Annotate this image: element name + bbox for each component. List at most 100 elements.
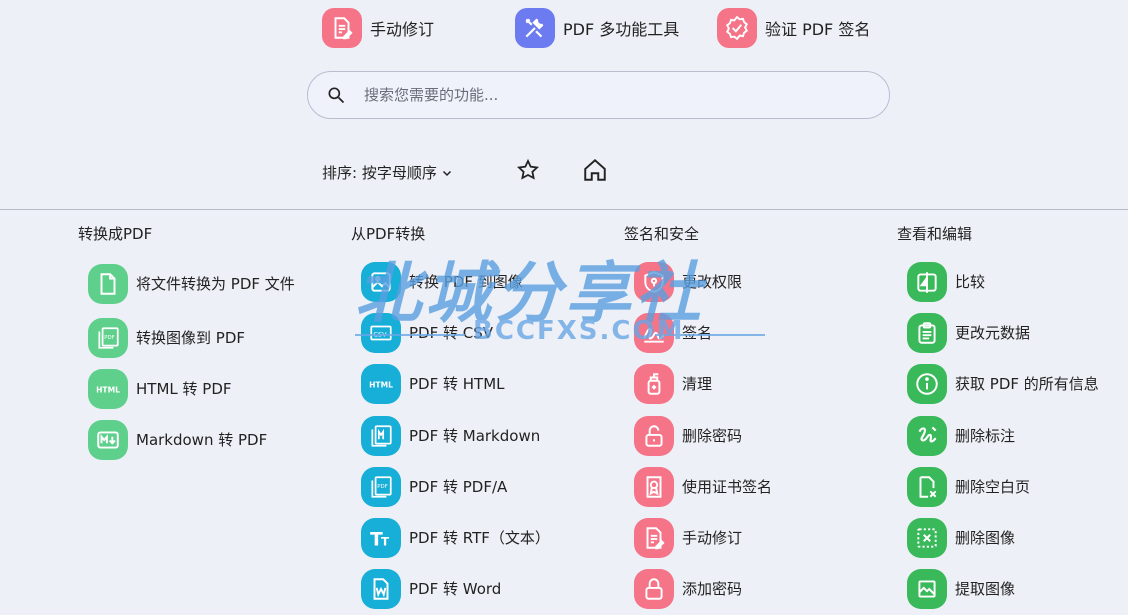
search-icon	[328, 87, 345, 104]
tool-label: 更改权限	[682, 272, 743, 291]
svg-text:HTML: HTML	[369, 380, 393, 389]
category-convert-from-pdf: 从PDF转换 转换 PDF 到图像 CSV PDF 转 CSV HTML PDF…	[351, 224, 621, 615]
tool-pdf-to-pdfa[interactable]: PDF PDF 转 PDF/A	[351, 461, 621, 512]
tool-label: 签名	[682, 323, 713, 342]
word-icon	[361, 569, 401, 610]
file-x-icon	[907, 466, 947, 507]
divider	[0, 209, 1128, 210]
compare-icon	[907, 261, 947, 302]
html-icon: HTML	[361, 364, 401, 405]
category-title: 转换成PDF	[78, 225, 153, 243]
tool-label: 删除空白页	[955, 477, 1031, 496]
markdown-icon	[88, 420, 128, 461]
favorite-pdf-multitool[interactable]: PDF 多功能工具	[515, 8, 679, 48]
info-icon	[907, 364, 947, 405]
tool-label: 清理	[682, 375, 713, 394]
tool-remove-annotations[interactable]: 删除标注	[897, 410, 1128, 461]
tool-sign[interactable]: 签名	[624, 307, 894, 358]
sort-dropdown[interactable]: 排序: 按字母顺序	[322, 162, 453, 183]
tool-label: Markdown 转 PDF	[136, 431, 268, 450]
tools-icon	[515, 8, 555, 48]
tool-change-permissions[interactable]: 更改权限	[624, 256, 894, 307]
svg-text:PDF: PDF	[377, 484, 388, 490]
tool-label: 提取图像	[955, 580, 1016, 599]
tool-label: 删除标注	[955, 426, 1016, 445]
annotation-icon	[907, 415, 947, 456]
home-button[interactable]	[581, 156, 609, 184]
category-title: 签名和安全	[624, 225, 700, 243]
tool-pdf-to-image[interactable]: 转换 PDF 到图像	[351, 256, 621, 307]
tool-label: PDF 转 Markdown	[409, 426, 541, 445]
pdfa-icon: PDF	[361, 466, 401, 507]
markdown-icon	[361, 415, 401, 456]
svg-text:PDF: PDF	[104, 335, 115, 341]
spray-icon	[634, 364, 674, 405]
search-input[interactable]	[362, 85, 846, 105]
shield-icon	[634, 261, 674, 302]
tool-pdf-to-rtf[interactable]: TT PDF 转 RTF（文本）	[351, 512, 621, 563]
favorite-label: 验证 PDF 签名	[765, 20, 871, 39]
tool-label: PDF 转 PDF/A	[409, 477, 508, 496]
file-edit-icon	[634, 518, 674, 559]
image-remove-icon	[907, 518, 947, 559]
tool-sanitize[interactable]: 清理	[624, 359, 894, 410]
unlock-icon	[634, 415, 674, 456]
clipboard-icon	[907, 312, 947, 353]
tool-extract-images[interactable]: 提取图像	[897, 564, 1128, 615]
tool-add-password[interactable]: 添加密码	[624, 564, 894, 615]
image-icon	[361, 261, 401, 302]
tool-pdf-to-csv[interactable]: CSV PDF 转 CSV	[351, 307, 621, 358]
sort-label: 排序: 按字母顺序	[322, 164, 437, 182]
tool-image-to-pdf[interactable]: PDF 转换图像到 PDF	[78, 312, 348, 363]
tool-pdf-to-html[interactable]: HTML PDF 转 HTML	[351, 359, 621, 410]
tool-label: PDF 转 RTF（文本）	[409, 529, 550, 548]
text-icon: TT	[361, 518, 401, 559]
favorite-verify-signature[interactable]: 验证 PDF 签名	[717, 8, 870, 48]
tool-label: 转换 PDF 到图像	[409, 272, 523, 291]
tool-label: 手动修订	[682, 529, 743, 548]
tool-pdf-to-markdown[interactable]: PDF 转 Markdown	[351, 410, 621, 461]
search-box	[307, 71, 890, 119]
favorite-label: PDF 多功能工具	[563, 20, 680, 39]
tool-remove-blank-pages[interactable]: 删除空白页	[897, 461, 1128, 512]
star-icon	[516, 158, 540, 180]
tool-remove-images[interactable]: 删除图像	[897, 512, 1128, 563]
file-icon	[88, 264, 128, 304]
svg-text:HTML: HTML	[96, 385, 120, 394]
category-title: 从PDF转换	[351, 225, 426, 243]
tool-label: HTML 转 PDF	[136, 379, 232, 398]
svg-text:T: T	[381, 535, 390, 549]
tool-remove-password[interactable]: 删除密码	[624, 410, 894, 461]
tool-label: 比较	[955, 272, 986, 291]
signature-icon	[634, 312, 674, 353]
tool-cert-sign[interactable]: 使用证书签名	[624, 461, 894, 512]
tool-markdown-to-pdf[interactable]: Markdown 转 PDF	[78, 415, 348, 466]
image-pdf-icon: PDF	[88, 317, 128, 358]
csv-icon: CSV	[361, 312, 401, 353]
badge-check-icon	[717, 8, 757, 48]
tool-label: 添加密码	[682, 580, 743, 599]
tool-compare[interactable]: 比较	[897, 256, 1128, 307]
tool-label: 使用证书签名	[682, 477, 773, 496]
tool-get-info[interactable]: 获取 PDF 的所有信息	[897, 359, 1128, 410]
favorites-button[interactable]	[514, 156, 542, 184]
tool-label: 获取 PDF 的所有信息	[955, 375, 1099, 394]
tool-manual-redact[interactable]: 手动修订	[624, 512, 894, 563]
tool-label: 删除图像	[955, 529, 1016, 548]
chevron-down-icon	[442, 170, 451, 176]
certificate-icon	[634, 466, 674, 507]
tool-label: 转换图像到 PDF	[136, 328, 245, 347]
html-icon: HTML	[88, 368, 128, 409]
favorite-label: 手动修订	[370, 20, 435, 39]
tool-label: PDF 转 CSV	[409, 323, 494, 342]
tool-pdf-to-word[interactable]: PDF 转 Word	[351, 564, 621, 615]
tool-label: 删除密码	[682, 426, 743, 445]
tool-change-metadata[interactable]: 更改元数据	[897, 307, 1128, 358]
favorite-manual-redact[interactable]: 手动修订	[322, 8, 434, 48]
tool-html-to-pdf[interactable]: HTML HTML 转 PDF	[78, 363, 348, 414]
file-edit-icon	[322, 8, 362, 48]
category-convert-to-pdf: 转换成PDF 将文件转换为 PDF 文件 PDF 转换图像到 PDF HTML …	[78, 224, 348, 466]
tool-label: 更改元数据	[955, 323, 1031, 342]
image-extract-icon	[907, 569, 947, 610]
tool-file-to-pdf[interactable]: 将文件转换为 PDF 文件	[78, 256, 348, 312]
